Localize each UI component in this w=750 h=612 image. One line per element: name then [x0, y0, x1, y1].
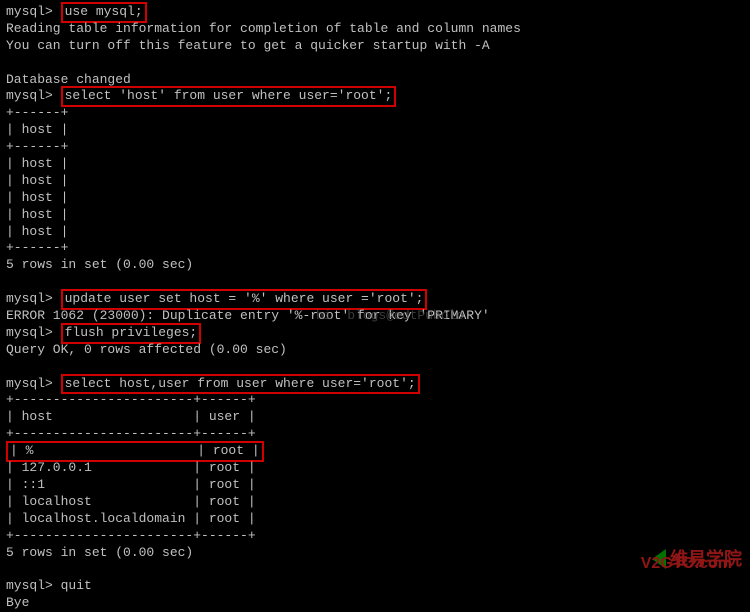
- table-row: | localhost.localdomain | root |: [6, 511, 744, 528]
- output-queryok: Query OK, 0 rows affected (0.00 sec): [6, 342, 744, 359]
- table-row: | host |: [6, 207, 744, 224]
- highlight-percent-root: | % | root |: [6, 441, 264, 462]
- table-row-highlighted: | % | root |: [6, 443, 744, 460]
- table-border: +------+: [6, 105, 744, 122]
- table-row: | 127.0.0.1 | root |: [6, 460, 744, 477]
- output-line: You can turn off this feature to get a q…: [6, 38, 744, 55]
- watermark-logo: 维易学院 V2GTO.com: [652, 548, 742, 571]
- highlight-use-mysql: use mysql;: [61, 2, 147, 23]
- watermark-text-en: V2GTO.com: [641, 554, 732, 575]
- highlight-select-hostuser: select host,user from user where user='r…: [61, 374, 420, 395]
- terminal-output: mysql> use mysql; Reading table informat…: [6, 4, 744, 612]
- table-row: | host |: [6, 190, 744, 207]
- blank-line: [6, 561, 744, 578]
- highlight-flush-privileges: flush privileges;: [61, 323, 202, 344]
- blank-line: [6, 55, 744, 72]
- cmd-line-update: mysql> update user set host = '%' where …: [6, 291, 744, 308]
- table-row: | localhost | root |: [6, 494, 744, 511]
- cmd-line-use: mysql> use mysql;: [6, 4, 744, 21]
- highlight-update-user: update user set host = '%' where user ='…: [61, 289, 428, 310]
- table-border: +------+: [6, 139, 744, 156]
- table-border: +------+: [6, 240, 744, 257]
- table-header: | host | user |: [6, 409, 744, 426]
- highlight-select-host: select 'host' from user where user='root…: [61, 86, 397, 107]
- cmd-line-select1: mysql> select 'host' from user where use…: [6, 88, 744, 105]
- table-row: | ::1 | root |: [6, 477, 744, 494]
- output-error: ERROR 1062 (23000): Duplicate entry '%-r…: [6, 308, 744, 325]
- cmd-line-select2: mysql> select host,user from user where …: [6, 376, 744, 393]
- ghost-watermark: hi blogs@edtPubolo: [316, 308, 464, 325]
- table-border: +-----------------------+------+: [6, 392, 744, 409]
- table-border: +-----------------------+------+: [6, 528, 744, 545]
- cmd-line-flush: mysql> flush privileges;: [6, 325, 744, 342]
- table-row: | host |: [6, 224, 744, 241]
- output-rowcount: 5 rows in set (0.00 sec): [6, 545, 744, 562]
- output-rowcount: 5 rows in set (0.00 sec): [6, 257, 744, 274]
- table-row: | host |: [6, 173, 744, 190]
- table-row: | host |: [6, 156, 744, 173]
- cmd-line-quit: mysql> quit: [6, 578, 744, 595]
- output-bye: Bye: [6, 595, 744, 612]
- output-line: Reading table information for completion…: [6, 21, 744, 38]
- table-header: | host |: [6, 122, 744, 139]
